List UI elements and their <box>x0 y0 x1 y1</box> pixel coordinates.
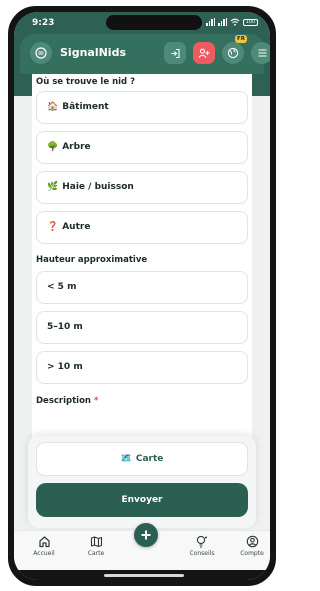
tab-label: Compte <box>240 550 264 557</box>
location-option-building[interactable]: 🏠 Bâtiment <box>36 91 248 124</box>
tab-home[interactable]: Accueil <box>22 535 66 557</box>
option-label: Autre <box>62 222 91 232</box>
height-option-high[interactable]: > 10 m <box>36 351 248 384</box>
status-icons: 100 <box>206 18 258 26</box>
tab-label: Conseils <box>189 550 215 557</box>
height-label: Hauteur approximative <box>36 255 148 265</box>
tree-icon: 🌳 <box>47 142 59 152</box>
option-label: Bâtiment <box>62 102 109 112</box>
option-label: Haie / buisson <box>62 182 134 192</box>
map-button[interactable]: 🗺️ Carte <box>36 442 248 476</box>
lightbulb-icon <box>196 535 207 548</box>
tab-label: Accueil <box>33 550 55 557</box>
map-icon: 🗺️ <box>120 454 132 464</box>
signal-icon <box>206 18 215 26</box>
add-icon <box>141 530 151 540</box>
logo-icon[interactable] <box>30 42 52 64</box>
required-marker: * <box>93 396 99 406</box>
location-label: Où se trouve le nid ? <box>36 77 136 87</box>
location-option-hedge[interactable]: 🌿 Haie / buisson <box>36 171 248 204</box>
status-time: 9:23 <box>32 18 55 28</box>
login-icon <box>171 48 180 58</box>
question-icon: ❓ <box>47 222 59 232</box>
home-icon <box>38 536 50 548</box>
leaf-icon: 🌿 <box>47 182 59 192</box>
signal-icon-2 <box>218 18 227 26</box>
wifi-icon <box>230 18 240 26</box>
option-label: > 10 m <box>47 362 83 372</box>
home-indicator-bar <box>14 570 270 580</box>
option-label: 5–10 m <box>47 322 83 332</box>
battery-icon: 100 <box>243 18 258 26</box>
status-bar: 9:23 100 <box>14 12 270 34</box>
height-option-medium[interactable]: 5–10 m <box>36 311 248 344</box>
tab-label: Carte <box>87 550 105 557</box>
map-button-label: Carte <box>135 454 164 464</box>
app-header: SignalNids FR <box>20 34 270 74</box>
option-label: Arbre <box>62 142 91 152</box>
submit-button[interactable]: Envoyer <box>36 483 248 517</box>
globe-icon <box>227 47 239 59</box>
language-button[interactable]: FR <box>222 35 247 64</box>
tab-account[interactable]: Compte <box>230 535 270 557</box>
menu-button[interactable] <box>251 42 270 64</box>
menu-icon <box>258 49 266 57</box>
height-option-low[interactable]: < 5 m <box>36 271 248 304</box>
login-button[interactable] <box>164 42 186 64</box>
home-indicator[interactable] <box>104 574 184 577</box>
add-report-button[interactable] <box>134 523 158 547</box>
house-icon: 🏠 <box>47 102 59 112</box>
tab-tips[interactable]: Conseils <box>180 535 224 557</box>
location-option-other[interactable]: ❓ Autre <box>36 211 248 244</box>
description-label: Description * <box>36 396 99 406</box>
action-sheet: 🗺️ Carte Envoyer <box>28 436 256 528</box>
phone-frame: 9:23 100 SignalNids FR Où se trouve le n… <box>8 6 276 586</box>
bottom-tab-bar: Accueil Carte Conseils Compte <box>14 523 270 570</box>
map-icon <box>90 536 102 548</box>
app-title: SignalNids <box>60 46 126 59</box>
tab-map[interactable]: Carte <box>74 535 118 557</box>
language-badge: FR <box>235 35 247 43</box>
location-option-tree[interactable]: 🌳 Arbre <box>36 131 248 164</box>
add-user-button[interactable] <box>193 42 215 64</box>
add-user-icon <box>198 48 210 58</box>
screen: 9:23 100 SignalNids FR Où se trouve le n… <box>14 12 270 580</box>
account-icon <box>246 535 258 548</box>
option-label: < 5 m <box>47 282 77 292</box>
camera-notch <box>106 15 202 30</box>
